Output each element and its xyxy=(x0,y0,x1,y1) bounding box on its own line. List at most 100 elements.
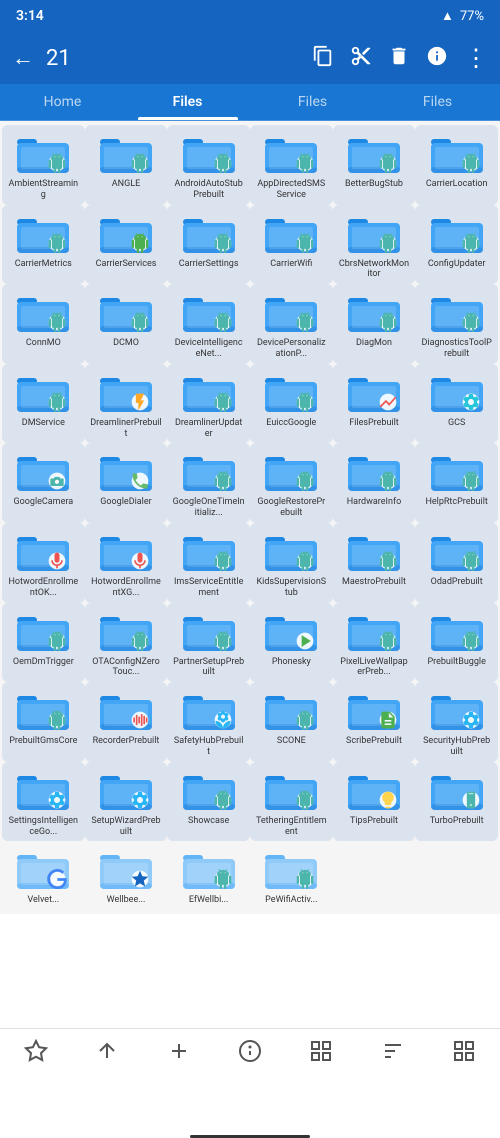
file-item[interactable]: GoogleCamera xyxy=(2,443,85,523)
file-item[interactable]: CarrierWifi xyxy=(250,205,333,285)
file-name: DreamlinerUpdater xyxy=(173,418,245,440)
file-item[interactable]: DreamlinerUpdater xyxy=(167,364,250,444)
file-item[interactable]: AndroidAutoStubPrebuilt xyxy=(167,125,250,205)
file-item[interactable]: GoogleRestorePrebuilt xyxy=(250,443,333,523)
file-item[interactable]: TipsPrebuilt xyxy=(333,762,416,842)
file-item[interactable]: HotwordEnrollmentXG... xyxy=(85,523,168,603)
file-item[interactable]: FilesPrebuilt xyxy=(333,364,416,444)
file-item[interactable]: MaestroPrebuilt xyxy=(333,523,416,603)
cut-button[interactable] xyxy=(350,45,372,72)
folder-icon xyxy=(346,529,402,575)
file-item[interactable]: BetterBugStub xyxy=(333,125,416,205)
file-item[interactable]: CarrierLocation xyxy=(415,125,498,205)
tab-home[interactable]: Home xyxy=(0,84,125,120)
back-button[interactable]: ← xyxy=(12,45,34,71)
file-item[interactable]: OdadPrebuilt xyxy=(415,523,498,603)
folder-icon xyxy=(429,688,485,734)
file-name: DevicePersonalizationP... xyxy=(255,338,327,360)
folder-icon xyxy=(181,609,237,655)
file-name: GCS xyxy=(448,418,465,429)
folder-icon xyxy=(346,688,402,734)
file-item[interactable]: Wellbee... xyxy=(85,841,168,910)
file-item[interactable]: TurboPrebuilt xyxy=(415,762,498,842)
folder-icon xyxy=(263,529,319,575)
file-item[interactable]: DiagnosticsToolPrebuilt xyxy=(415,284,498,364)
delete-button[interactable] xyxy=(388,45,410,72)
file-item[interactable]: SecurityHubPrebuilt xyxy=(415,682,498,762)
folder-icon xyxy=(181,290,237,336)
file-item[interactable]: Phonesky xyxy=(250,603,333,683)
folder-icon xyxy=(15,609,71,655)
file-item[interactable]: DiagMon xyxy=(333,284,416,364)
folder-icon xyxy=(15,370,71,416)
tab-files-3[interactable]: Files xyxy=(375,84,500,120)
file-name: SettingsIntelligenceGo... xyxy=(7,816,79,838)
file-item[interactable]: CarrierServices xyxy=(85,205,168,285)
file-item[interactable]: OemDmTrigger xyxy=(2,603,85,683)
file-item[interactable]: DCMO xyxy=(85,284,168,364)
sort-button[interactable] xyxy=(381,1039,405,1069)
file-item[interactable]: DevicePersonalizationP... xyxy=(250,284,333,364)
file-item[interactable]: SetupWizardPrebuilt xyxy=(85,762,168,842)
file-item[interactable]: ANGLE xyxy=(85,125,168,205)
select-grid-button[interactable] xyxy=(309,1039,333,1069)
file-item[interactable]: AmbientStreaming xyxy=(2,125,85,205)
file-item[interactable]: CbrsNetworkMonitor xyxy=(333,205,416,285)
file-item[interactable]: HardwareInfo xyxy=(333,443,416,523)
file-item[interactable]: HelpRtcPrebuilt xyxy=(415,443,498,523)
view-button[interactable] xyxy=(452,1039,476,1069)
file-item[interactable]: EfWellbi... xyxy=(167,841,250,910)
file-name: SetupWizardPrebuilt xyxy=(90,816,162,838)
file-item[interactable]: AppDirectedSMSService xyxy=(250,125,333,205)
file-item[interactable]: CarrierMetrics xyxy=(2,205,85,285)
file-item[interactable]: Showcase xyxy=(167,762,250,842)
file-name: DMService xyxy=(22,418,65,429)
file-name: RecorderPrebuilt xyxy=(93,736,160,747)
file-item[interactable]: CarrierSettings xyxy=(167,205,250,285)
file-item[interactable]: Velvet... xyxy=(2,841,85,910)
file-item[interactable]: SCONE xyxy=(250,682,333,762)
file-item[interactable]: PixelLiveWallpaperPreb... xyxy=(333,603,416,683)
file-item[interactable]: RecorderPrebuilt xyxy=(85,682,168,762)
file-item[interactable]: PartnerSetupPrebuilt xyxy=(167,603,250,683)
folder-icon xyxy=(98,370,154,416)
file-name: Velvet... xyxy=(28,895,60,906)
file-name: CarrierServices xyxy=(96,259,157,270)
file-item[interactable]: DreamlinerPrebuilt xyxy=(85,364,168,444)
tab-files-1[interactable]: Files xyxy=(125,84,250,120)
star-button[interactable] xyxy=(24,1039,48,1069)
file-item[interactable]: GoogleDialer xyxy=(85,443,168,523)
file-item[interactable]: PrebuiltGmsCore xyxy=(2,682,85,762)
folder-icon xyxy=(429,609,485,655)
info-bottom-button[interactable] xyxy=(238,1039,262,1069)
copy-button[interactable] xyxy=(312,45,334,72)
file-name: GoogleRestorePrebuilt xyxy=(255,497,327,519)
file-item[interactable]: KidsSupervisionStub xyxy=(250,523,333,603)
file-item[interactable]: ConfigUpdater xyxy=(415,205,498,285)
up-button[interactable] xyxy=(95,1039,119,1069)
file-item[interactable]: PrebuiltBuggle xyxy=(415,603,498,683)
more-button[interactable]: ⋮ xyxy=(464,46,488,70)
folder-icon xyxy=(15,131,71,177)
file-item[interactable]: PeWifiActiv... xyxy=(250,841,333,910)
file-item[interactable]: HotwordEnrollmentOK... xyxy=(2,523,85,603)
file-item[interactable]: ScribePrebuilt xyxy=(333,682,416,762)
tab-files-2[interactable]: Files xyxy=(250,84,375,120)
file-item[interactable]: DMService xyxy=(2,364,85,444)
file-item[interactable]: GCS xyxy=(415,364,498,444)
file-item[interactable]: SettingsIntelligenceGo... xyxy=(2,762,85,842)
file-item[interactable]: DeviceIntelligenceNet... xyxy=(167,284,250,364)
file-item[interactable]: GoogleOneTimeInitializ... xyxy=(167,443,250,523)
file-item[interactable]: ConnMO xyxy=(2,284,85,364)
file-item[interactable]: SafetyHubPrebuilt xyxy=(167,682,250,762)
folder-icon xyxy=(181,370,237,416)
file-item[interactable]: EuiccGoogle xyxy=(250,364,333,444)
file-item[interactable]: OTAConfigNZeroTouc... xyxy=(85,603,168,683)
main-content: AmbientStreaming ANGLE AndroidAutoStubPr… xyxy=(0,121,500,1076)
file-item[interactable]: TetheringEntitlement xyxy=(250,762,333,842)
add-button[interactable] xyxy=(167,1039,191,1069)
file-area[interactable]: AmbientStreaming ANGLE AndroidAutoStubPr… xyxy=(0,121,500,1076)
file-item[interactable]: ImsServiceEntitlement xyxy=(167,523,250,603)
info-button[interactable] xyxy=(426,45,448,72)
folder-icon xyxy=(429,768,485,814)
